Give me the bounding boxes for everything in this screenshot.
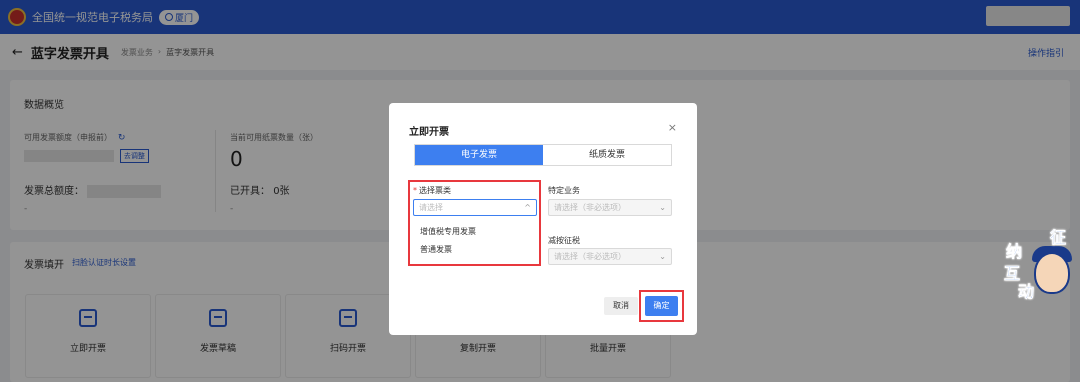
- highlight-box-confirm: [639, 290, 684, 322]
- chevron-down-icon: ⌄: [659, 203, 666, 212]
- special-business-placeholder: 请选择（非必选项）: [554, 203, 626, 212]
- issue-invoice-modal: 立即开票 × 电子发票 纸质发票 * 选择票类 请选择 ^ 增值税专用发票 普通发…: [389, 103, 697, 335]
- special-business-select[interactable]: 请选择（非必选项） ⌄: [548, 199, 672, 216]
- special-business-label: 特定业务: [548, 186, 580, 195]
- close-icon[interactable]: ×: [668, 121, 677, 134]
- tax-reduction-label: 减按征税: [548, 236, 580, 245]
- interactive-assistant-mascot[interactable]: 征 纳 互 动: [1004, 224, 1076, 302]
- tax-reduction-placeholder: 请选择（非必选项）: [554, 252, 626, 261]
- tab-electronic[interactable]: 电子发票: [415, 145, 543, 165]
- invoice-kind-tabs: 电子发票 纸质发票: [414, 144, 672, 166]
- mascot-char: 征: [1050, 228, 1067, 248]
- modal-title: 立即开票: [409, 127, 449, 138]
- highlight-box-invoice-type: [408, 180, 541, 266]
- cancel-button[interactable]: 取消: [604, 297, 638, 315]
- mascot-char: 动: [1018, 282, 1035, 302]
- mascot-char: 纳: [1006, 242, 1023, 262]
- mascot-face-icon: [1034, 252, 1070, 294]
- tab-paper[interactable]: 纸质发票: [543, 145, 671, 165]
- chevron-down-icon: ⌄: [659, 252, 666, 261]
- tax-reduction-select[interactable]: 请选择（非必选项） ⌄: [548, 248, 672, 265]
